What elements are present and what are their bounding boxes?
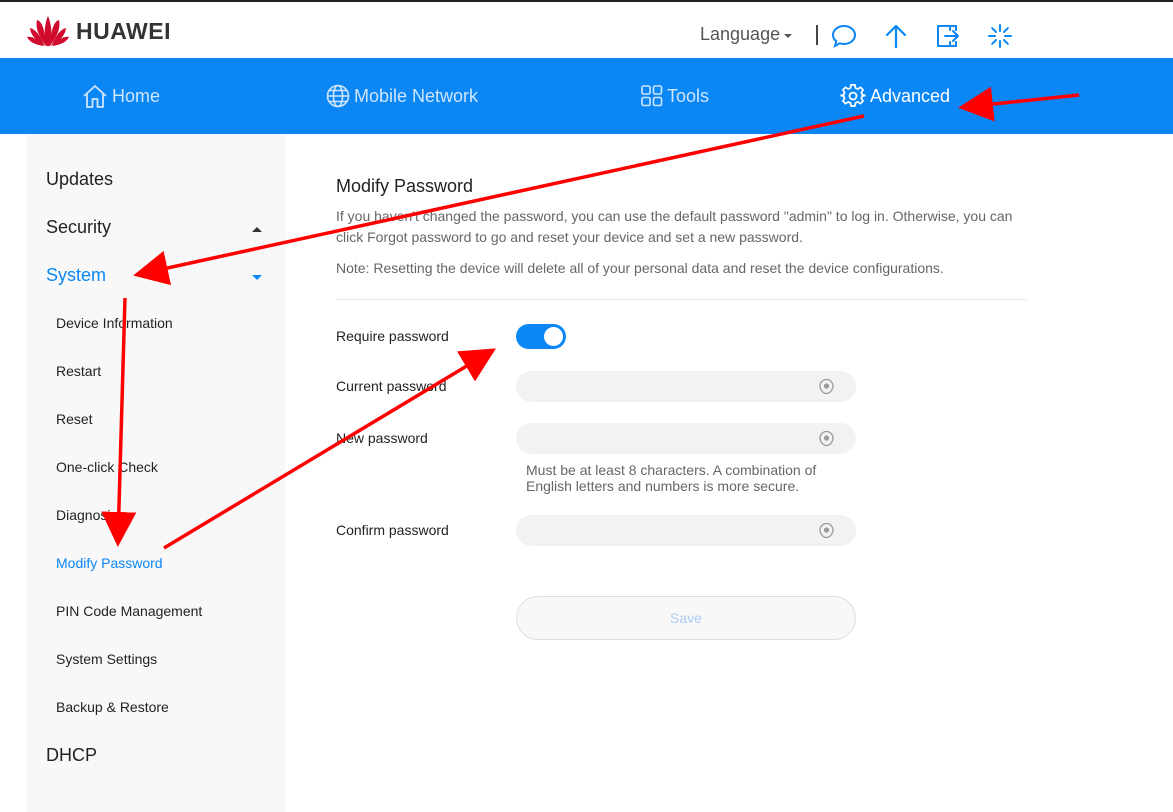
collapse-arrow-icon[interactable] [252, 227, 262, 232]
brand-logo: HUAWEI [26, 15, 171, 47]
header-separator [816, 25, 818, 45]
tools-grid-icon [641, 85, 663, 107]
language-selector[interactable]: Language [700, 24, 793, 45]
nav-item-tools[interactable]: Tools [641, 58, 709, 134]
reset-note: Note: Resetting the device will delete a… [336, 260, 944, 276]
confirm-password-label: Confirm password [336, 522, 449, 538]
sidebar-item-reset[interactable]: Reset [56, 411, 93, 427]
current-password-field[interactable] [516, 371, 856, 402]
sidebar-item-system-settings[interactable]: System Settings [56, 651, 157, 667]
sidebar-group-dhcp[interactable]: DHCP [46, 745, 97, 766]
nav-item-mobile-network[interactable]: Mobile Network [326, 58, 478, 134]
show-password-icon[interactable] [818, 378, 835, 395]
logout-icon[interactable] [934, 22, 962, 50]
sidebar-item-restart[interactable]: Restart [56, 363, 101, 379]
require-password-label: Require password [336, 328, 449, 344]
chat-icon[interactable] [830, 22, 858, 50]
brand-name: HUAWEI [76, 17, 171, 44]
nav-item-advanced[interactable]: Advanced [840, 58, 950, 134]
nav-label: Advanced [870, 85, 951, 106]
sidebar: Updates Security System Device Informati… [26, 134, 286, 812]
expand-arrow-icon[interactable] [252, 275, 262, 280]
loading-spinner-icon[interactable] [986, 22, 1014, 50]
sidebar-item-one-click-check[interactable]: One-click Check [56, 459, 158, 475]
huawei-flower-icon [27, 16, 69, 46]
nav-label: Tools [667, 85, 710, 106]
new-password-label: New password [336, 430, 428, 446]
sidebar-group-security[interactable]: Security [46, 217, 111, 238]
sidebar-group-updates[interactable]: Updates [46, 169, 113, 190]
upload-arrow-icon[interactable] [882, 22, 910, 50]
show-password-icon[interactable] [818, 430, 835, 447]
sidebar-group-system[interactable]: System [46, 265, 106, 286]
gear-icon [840, 84, 866, 107]
sidebar-item-pin-code-management[interactable]: PIN Code Management [56, 603, 202, 619]
confirm-password-field[interactable] [516, 515, 856, 546]
nav-label: Mobile Network [354, 85, 479, 106]
globe-icon [326, 84, 350, 108]
header: HUAWEI Language [0, 2, 1173, 58]
nav-item-home[interactable]: Home [82, 58, 160, 134]
section-divider [336, 299, 1027, 300]
current-password-label: Current password [336, 378, 447, 394]
sidebar-item-modify-password[interactable]: Modify Password [56, 555, 163, 571]
page-title: Modify Password [336, 176, 474, 196]
home-icon [83, 85, 107, 108]
caret-down-icon [784, 34, 793, 38]
nav-label: Home [112, 85, 161, 106]
sidebar-item-device-information[interactable]: Device Information [56, 315, 173, 331]
new-password-hint: Must be at least 8 characters. A combina… [526, 462, 817, 494]
sidebar-item-diagnosis[interactable]: Diagnosis [56, 507, 117, 523]
save-button[interactable]: Save [516, 596, 856, 640]
language-label: Language [700, 24, 781, 44]
sidebar-item-backup-restore[interactable]: Backup & Restore [56, 699, 169, 715]
page-description: If you haven't changed the password, you… [336, 208, 1013, 245]
show-password-icon[interactable] [818, 522, 835, 539]
new-password-field[interactable] [516, 423, 856, 454]
require-password-toggle[interactable] [516, 324, 566, 349]
toggle-knob [544, 327, 563, 346]
main-nav: Home Mobile Network Tools Advanced [0, 58, 1173, 134]
